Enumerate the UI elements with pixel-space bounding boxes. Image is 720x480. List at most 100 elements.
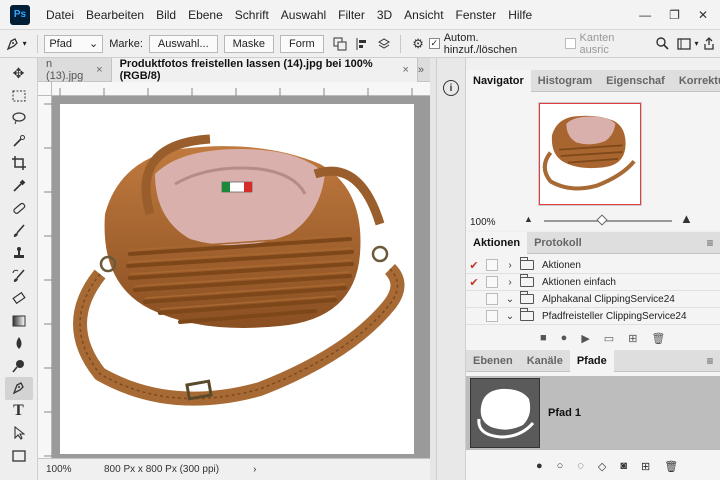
gear-icon[interactable]: ⚙ xyxy=(407,33,429,55)
menu-ebene[interactable]: Ebene xyxy=(182,8,229,22)
mask-button[interactable]: Maske xyxy=(223,34,275,53)
stroke-path-icon[interactable]: ○ xyxy=(557,460,564,472)
action-set-row[interactable]: ✔ › Aktionen xyxy=(466,257,720,274)
trash-icon[interactable]: 🗑 xyxy=(651,332,665,345)
auto-add-checkbox[interactable]: ✓ xyxy=(428,38,440,49)
align-edges-checkbox[interactable] xyxy=(564,38,576,49)
tab-overflow-icon[interactable]: » xyxy=(418,58,430,81)
tab-properties[interactable]: Eigenschaf xyxy=(599,70,672,92)
tab-document-14[interactable]: Produktfotos freistellen lassen (14).jpg… xyxy=(111,58,418,82)
menu-ansicht[interactable]: Ansicht xyxy=(398,8,449,22)
quick-select-tool-icon[interactable] xyxy=(5,130,33,153)
chevron-down-icon[interactable]: ⌄ xyxy=(504,294,516,305)
tab-paths[interactable]: Pfade xyxy=(569,350,614,372)
fill-path-icon[interactable]: ● xyxy=(536,460,543,472)
zoom-in-icon[interactable]: ▲ xyxy=(680,211,693,226)
eraser-tool-icon[interactable] xyxy=(5,287,33,310)
zoom-out-icon[interactable]: ▲ xyxy=(524,214,533,224)
workspace-icon[interactable] xyxy=(673,33,695,55)
info-icon[interactable]: i xyxy=(443,80,459,96)
action-set-row[interactable]: ⌄ Alphakanal ClippingService24 xyxy=(466,291,720,308)
tab-actions[interactable]: Aktionen xyxy=(466,232,528,254)
stop-icon[interactable]: ■ xyxy=(540,332,547,344)
tab-navigator[interactable]: Navigator xyxy=(466,70,531,92)
menu-schrift[interactable]: Schrift xyxy=(229,8,275,22)
shape-button[interactable]: Form xyxy=(280,34,324,53)
restore-icon[interactable]: ❐ xyxy=(669,8,680,22)
close-icon[interactable]: × xyxy=(96,64,102,76)
panel-menu-icon[interactable]: ≡ xyxy=(700,232,720,254)
document-canvas[interactable] xyxy=(60,104,414,454)
selection-button[interactable]: Auswahl... xyxy=(148,34,218,53)
gradient-tool-icon[interactable] xyxy=(5,310,33,333)
chevron-right-icon[interactable]: › xyxy=(504,260,516,271)
trash-icon[interactable]: 🗑 xyxy=(664,460,678,473)
panel-menu-icon[interactable]: ≡ xyxy=(700,350,720,372)
menu-bild[interactable]: Bild xyxy=(150,8,182,22)
action-set-row[interactable]: ✔ › Aktionen einfach xyxy=(466,274,720,291)
share-icon[interactable] xyxy=(698,33,720,55)
rectangle-tool-icon[interactable] xyxy=(5,445,33,468)
status-menu-icon[interactable]: › xyxy=(253,464,256,475)
tab-adjustments[interactable]: Korrekture xyxy=(672,70,720,92)
dialog-toggle[interactable] xyxy=(486,276,498,288)
chevron-down-icon[interactable]: ⌄ xyxy=(504,311,516,322)
record-icon[interactable]: ● xyxy=(561,332,568,344)
check-icon[interactable]: ✔ xyxy=(466,259,482,272)
add-mask-icon[interactable]: ◙ xyxy=(620,460,627,472)
tab-document-13[interactable]: n (13).jpg × xyxy=(38,58,112,82)
slider-handle[interactable] xyxy=(595,214,608,226)
zoom-level[interactable]: 100% xyxy=(38,464,78,475)
type-tool-icon[interactable]: T xyxy=(5,400,33,423)
dialog-toggle[interactable] xyxy=(486,259,498,271)
brush-tool-icon[interactable] xyxy=(5,220,33,243)
tab-history[interactable]: Protokoll xyxy=(527,232,589,254)
history-brush-tool-icon[interactable] xyxy=(5,265,33,288)
navigator-view-frame[interactable] xyxy=(539,103,641,205)
close-icon[interactable]: ✕ xyxy=(698,8,708,22)
new-set-folder-icon[interactable]: ▭ xyxy=(604,332,614,345)
new-path-icon[interactable]: ⊞ xyxy=(641,460,650,473)
mode-dropdown[interactable]: Pfad ⌄ xyxy=(44,34,104,53)
canvas-area[interactable] xyxy=(52,96,430,458)
blur-tool-icon[interactable] xyxy=(5,332,33,355)
navigator-zoom-slider[interactable] xyxy=(544,214,672,226)
menu-hilfe[interactable]: Hilfe xyxy=(502,8,538,22)
new-action-icon[interactable]: ⊞ xyxy=(628,332,637,345)
navigator-zoom[interactable]: 100% xyxy=(470,217,496,228)
play-icon[interactable]: ▶ xyxy=(581,332,589,345)
path-arrangement-icon[interactable] xyxy=(373,33,395,55)
close-icon[interactable]: × xyxy=(402,64,408,76)
search-icon[interactable] xyxy=(651,33,673,55)
load-selection-icon[interactable]: ◌ xyxy=(577,460,584,472)
minimize-icon[interactable]: — xyxy=(639,8,651,22)
path-alignment-icon[interactable] xyxy=(351,33,373,55)
vertical-ruler[interactable] xyxy=(38,96,52,458)
menu-bearbeiten[interactable]: Bearbeiten xyxy=(80,8,150,22)
path-row[interactable]: Pfad 1 xyxy=(466,376,720,450)
clone-stamp-tool-icon[interactable] xyxy=(5,242,33,265)
navigator-thumbnail[interactable] xyxy=(538,102,642,206)
lasso-tool-icon[interactable] xyxy=(5,107,33,130)
healing-brush-tool-icon[interactable] xyxy=(5,197,33,220)
marquee-tool-icon[interactable] xyxy=(5,85,33,108)
chevron-right-icon[interactable]: › xyxy=(504,277,516,288)
pen-tool-icon[interactable] xyxy=(4,377,33,400)
make-work-path-icon[interactable]: ◇ xyxy=(598,460,606,473)
pen-tool-preset-icon[interactable]: ▾ xyxy=(0,36,31,52)
menu-auswahl[interactable]: Auswahl xyxy=(275,8,332,22)
dialog-toggle[interactable] xyxy=(486,293,498,305)
menu-datei[interactable]: Datei xyxy=(40,8,80,22)
tab-histogram[interactable]: Histogram xyxy=(531,70,599,92)
dodge-tool-icon[interactable] xyxy=(5,355,33,378)
check-icon[interactable]: ✔ xyxy=(466,276,482,289)
menu-3d[interactable]: 3D xyxy=(371,8,398,22)
eyedropper-tool-icon[interactable] xyxy=(5,175,33,198)
crop-tool-icon[interactable] xyxy=(5,152,33,175)
move-tool-icon[interactable]: ✥ xyxy=(5,62,33,85)
menu-filter[interactable]: Filter xyxy=(332,8,371,22)
dialog-toggle[interactable] xyxy=(486,310,498,322)
menu-fenster[interactable]: Fenster xyxy=(450,8,503,22)
path-operations-icon[interactable] xyxy=(330,33,352,55)
tab-layers[interactable]: Ebenen xyxy=(466,350,520,372)
